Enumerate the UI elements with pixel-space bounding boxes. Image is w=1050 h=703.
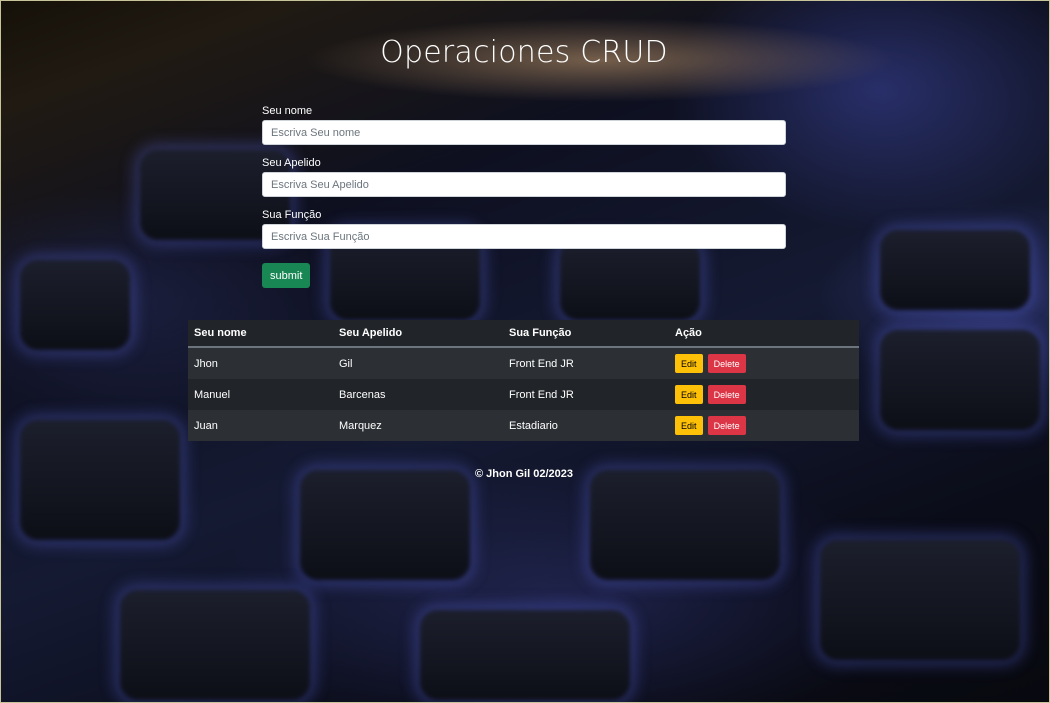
crud-form: Seu nome Seu Apelido Sua Função submit	[262, 105, 786, 288]
field-nome: Seu nome	[262, 105, 786, 145]
cell-acao: Edit Delete	[669, 347, 859, 379]
cell-apelido: Marquez	[333, 410, 503, 441]
header-seu-apelido: Seu Apelido	[333, 320, 503, 348]
footer-copyright: © Jhon Gil 02/2023	[475, 468, 573, 480]
edit-button[interactable]: Edit	[675, 385, 703, 404]
nome-label: Seu nome	[262, 105, 313, 117]
funcao-label: Sua Função	[262, 209, 322, 221]
cell-nome: Manuel	[188, 379, 333, 410]
funcao-input[interactable]	[262, 224, 786, 249]
cell-apelido: Gil	[333, 347, 503, 379]
table-row: Manuel Barcenas Front End JR Edit Delete	[188, 379, 859, 410]
field-apelido: Seu Apelido	[262, 157, 786, 197]
header-seu-nome: Seu nome	[188, 320, 333, 348]
cell-nome: Jhon	[188, 347, 333, 379]
edit-button[interactable]: Edit	[675, 416, 703, 435]
apelido-input[interactable]	[262, 172, 786, 197]
header-acao: Ação	[669, 320, 859, 348]
cell-funcao: Estadiario	[503, 410, 669, 441]
delete-button[interactable]: Delete	[707, 354, 746, 373]
delete-button[interactable]: Delete	[707, 385, 746, 404]
page-title: Operaciones CRUD	[380, 35, 668, 70]
table-header-row: Seu nome Seu Apelido Sua Função Ação	[188, 320, 859, 348]
cell-funcao: Front End JR	[503, 379, 669, 410]
cell-apelido: Barcenas	[333, 379, 503, 410]
cell-acao: Edit Delete	[669, 379, 859, 410]
crud-table: Seu nome Seu Apelido Sua Função Ação Jho…	[188, 320, 859, 441]
header-sua-funcao: Sua Função	[503, 320, 669, 348]
apelido-label: Seu Apelido	[262, 157, 321, 169]
table-row: Jhon Gil Front End JR Edit Delete	[188, 347, 859, 379]
submit-button[interactable]: submit	[262, 263, 311, 288]
page-content: Operaciones CRUD Seu nome Seu Apelido Su…	[0, 0, 1050, 703]
field-funcao: Sua Função	[262, 209, 786, 249]
delete-button[interactable]: Delete	[707, 416, 746, 435]
cell-nome: Juan	[188, 410, 333, 441]
edit-button[interactable]: Edit	[675, 354, 703, 373]
cell-acao: Edit Delete	[669, 410, 859, 441]
table-row: Juan Marquez Estadiario Edit Delete	[188, 410, 859, 441]
cell-funcao: Front End JR	[503, 347, 669, 379]
nome-input[interactable]	[262, 120, 786, 145]
